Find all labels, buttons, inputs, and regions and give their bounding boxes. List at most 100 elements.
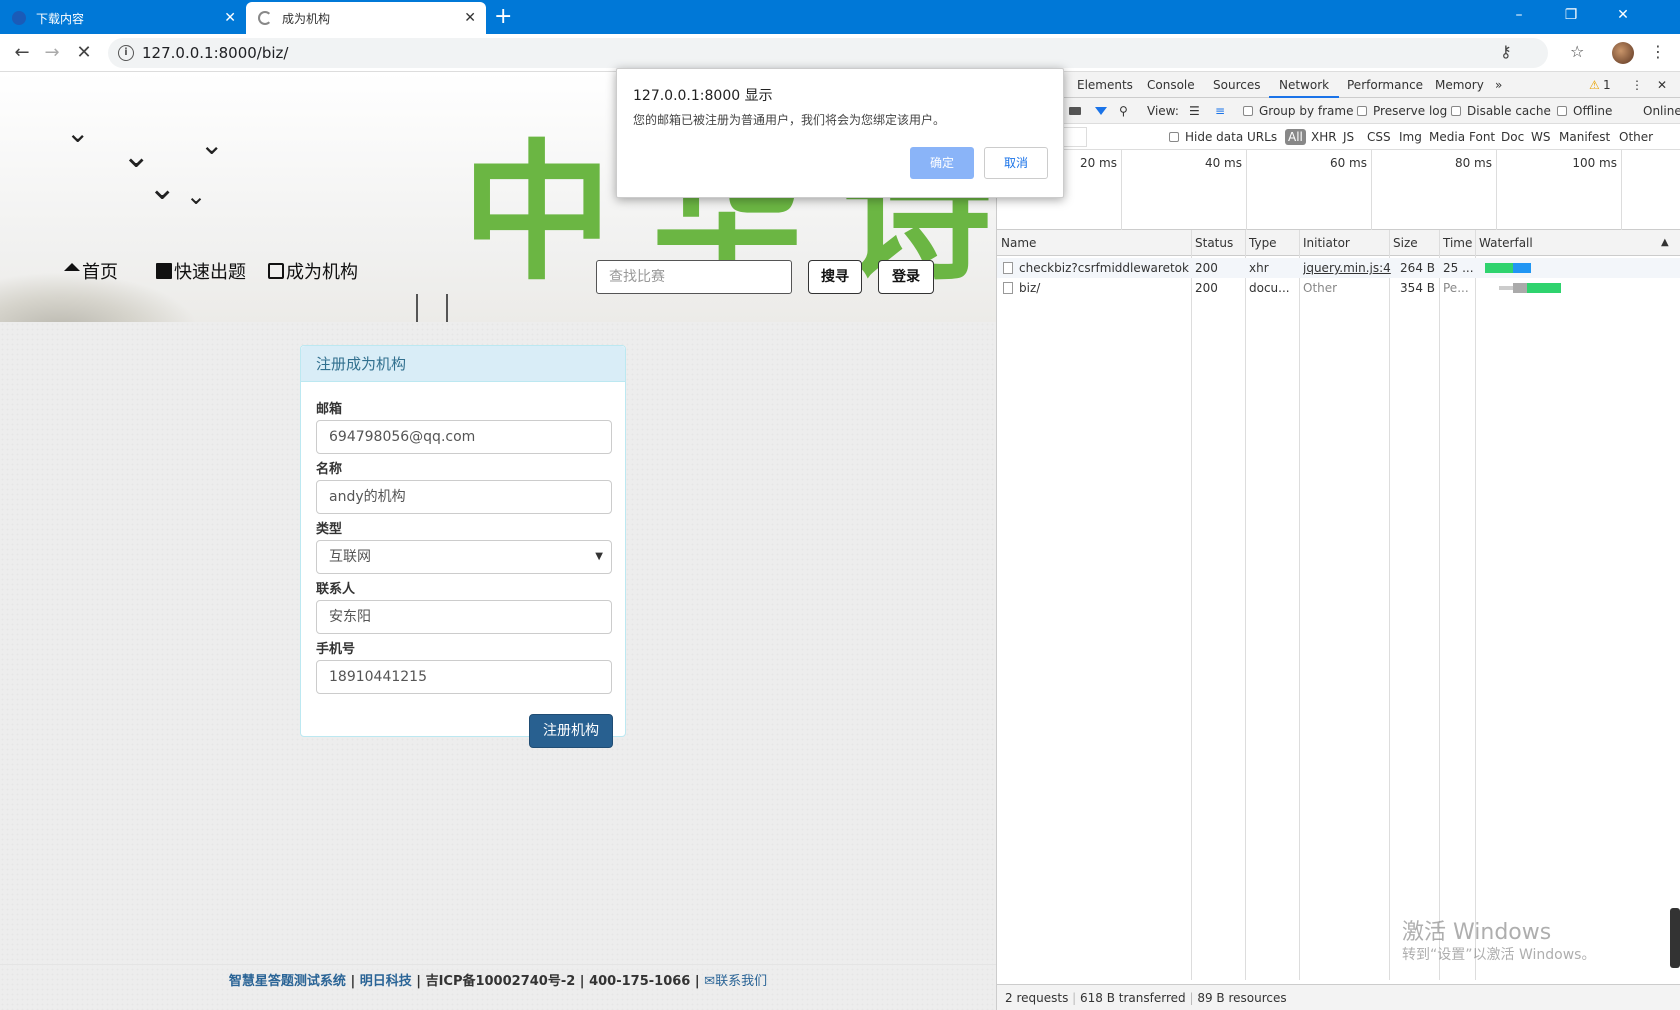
name-field[interactable]: andy的机构: [316, 480, 612, 514]
filter-img[interactable]: Img: [1399, 124, 1422, 150]
close-devtools-icon[interactable]: ✕: [1657, 72, 1667, 98]
overview-gridline: [1621, 150, 1622, 230]
col-size[interactable]: Size: [1389, 230, 1418, 256]
email-field[interactable]: 694798056@qq.com: [316, 420, 612, 454]
key-icon[interactable]: ⚷: [1500, 42, 1512, 61]
group-by-frame-checkbox[interactable]: Group by frame: [1243, 98, 1353, 124]
nav-label: 成为机构: [286, 262, 358, 283]
col-time[interactable]: Time: [1439, 230, 1472, 256]
filter-css[interactable]: CSS: [1367, 124, 1391, 150]
devtools-tabs: Elements Console Sources Network Perform…: [997, 72, 1680, 98]
login-button[interactable]: 登录: [878, 260, 934, 294]
col-initiator[interactable]: Initiator: [1299, 230, 1350, 256]
nav-quick-question[interactable]: 快速出题: [156, 258, 246, 284]
info-icon[interactable]: i: [118, 45, 134, 61]
bird-icon: ⌄: [148, 168, 177, 208]
search-button[interactable]: 搜寻: [808, 260, 862, 294]
avatar[interactable]: [1612, 42, 1634, 64]
table-row[interactable]: checkbiz?csrfmiddlewaretoke... 200 xhr j…: [997, 258, 1680, 278]
filter-font[interactable]: Font: [1469, 124, 1495, 150]
register-org-panel: 注册成为机构 邮箱 694798056@qq.com 名称 andy的机构 类型…: [300, 345, 626, 748]
footer-contact-link[interactable]: 联系我们: [715, 974, 767, 989]
nav-become-org[interactable]: 成为机构: [268, 258, 358, 284]
filter-js[interactable]: JS: [1343, 124, 1354, 150]
bird-icon: ⌄: [186, 182, 207, 210]
bird-icon: ⌄: [200, 128, 224, 161]
request-time: Pe...: [1443, 281, 1469, 295]
type-label: 类型: [316, 522, 343, 537]
request-initiator-link[interactable]: jquery.min.js:4: [1303, 258, 1391, 278]
new-tab-button[interactable]: +: [494, 4, 512, 30]
search-icon[interactable]: ⚲: [1119, 98, 1128, 124]
scrollbar-handle[interactable]: [1670, 908, 1680, 968]
tab-title: 成为机构: [282, 11, 331, 26]
devtools-menu-icon[interactable]: ⋮: [1631, 72, 1643, 98]
hide-data-urls-checkbox[interactable]: Hide data URLs: [1169, 124, 1277, 150]
tab-downloads[interactable]: 下载内容 ✕: [0, 2, 246, 34]
request-size: 354 B: [1400, 281, 1435, 295]
address-bar[interactable]: i 127.0.0.1:8000/biz/: [108, 38, 1548, 68]
throttling-select[interactable]: Online: [1643, 98, 1680, 124]
record-icon[interactable]: [1069, 98, 1081, 124]
close-window-button[interactable]: ✕: [1600, 0, 1646, 30]
more-tabs-button[interactable]: »: [1495, 72, 1502, 98]
tab-console[interactable]: Console: [1147, 72, 1195, 98]
offline-checkbox[interactable]: Offline: [1557, 98, 1612, 124]
phone-field[interactable]: 18910441215: [316, 660, 612, 694]
request-size: 264 B: [1400, 261, 1435, 275]
stop-loading-icon[interactable]: ✕: [70, 40, 98, 66]
view-label: View:: [1147, 104, 1179, 118]
col-name[interactable]: Name: [997, 230, 1036, 256]
col-status[interactable]: Status: [1191, 230, 1233, 256]
type-selected-value: 互联网: [329, 549, 371, 565]
maximize-button[interactable]: ❐: [1548, 0, 1594, 30]
bird-icon: ⌄: [66, 116, 90, 149]
overview-gridline: [1371, 150, 1372, 230]
col-type[interactable]: Type: [1245, 230, 1277, 256]
nav-home[interactable]: 首页: [64, 258, 118, 284]
tab-memory[interactable]: Memory: [1435, 72, 1484, 98]
sort-up-icon[interactable]: ▲: [1657, 230, 1669, 256]
close-icon[interactable]: ✕: [224, 10, 236, 26]
waterfall-view-icon[interactable]: ≡: [1215, 98, 1225, 124]
tab-performance[interactable]: Performance: [1347, 72, 1423, 98]
filter-media[interactable]: Media: [1429, 124, 1465, 150]
list-view-icon[interactable]: ☰: [1189, 98, 1200, 124]
footer-system-link[interactable]: 智慧星答题测试系统: [229, 974, 346, 989]
disable-cache-checkbox[interactable]: Disable cache: [1451, 98, 1551, 124]
filter-other[interactable]: Other: [1619, 124, 1653, 150]
contact-field[interactable]: 安东阳: [316, 600, 612, 634]
tab-network[interactable]: Network: [1269, 72, 1340, 98]
menu-dots-icon[interactable]: ⋮: [1650, 42, 1666, 61]
network-status-bar: 2 requests | 618 B transferred | 89 B re…: [997, 984, 1680, 1010]
overview-tick-label: 40 ms: [1204, 156, 1242, 170]
tab-sources[interactable]: Sources: [1213, 72, 1260, 98]
type-select[interactable]: 互联网 ▼: [316, 540, 612, 574]
forward-icon[interactable]: →: [38, 40, 66, 66]
register-org-button[interactable]: 注册机构: [529, 714, 613, 748]
preserve-log-checkbox[interactable]: Preserve log: [1357, 98, 1447, 124]
warning-icon[interactable]: ⚠: [1589, 72, 1600, 98]
request-count: 2 requests: [1005, 991, 1069, 1005]
col-waterfall[interactable]: Waterfall: [1475, 230, 1533, 256]
alert-dialog: 127.0.0.1:8000 显示 您的邮箱已被注册为普通用户，我们将会为您绑定…: [616, 68, 1064, 198]
close-icon[interactable]: ✕: [464, 10, 476, 26]
filter-xhr[interactable]: XHR: [1311, 124, 1337, 150]
dialog-cancel-button[interactable]: 取消: [984, 147, 1048, 179]
search-input[interactable]: 查找比赛: [596, 260, 792, 294]
filter-all[interactable]: All: [1285, 124, 1306, 150]
filter-doc[interactable]: Doc: [1501, 124, 1524, 150]
footer-company-link[interactable]: 明日科技: [360, 974, 412, 989]
footer-separator: |: [575, 974, 590, 989]
request-name: biz/: [1003, 278, 1189, 298]
tab-become-org[interactable]: 成为机构 ✕: [246, 2, 486, 34]
filter-ws[interactable]: WS: [1531, 124, 1550, 150]
dialog-ok-button[interactable]: 确定: [910, 147, 974, 179]
tab-elements[interactable]: Elements: [1077, 72, 1133, 98]
star-icon[interactable]: ☆: [1570, 42, 1584, 61]
table-row[interactable]: biz/ 200 docu... Other 354 B Pe...: [997, 278, 1680, 298]
minimize-button[interactable]: –: [1496, 0, 1542, 30]
back-icon[interactable]: ←: [8, 40, 36, 66]
filter-icon[interactable]: [1095, 98, 1107, 124]
filter-manifest[interactable]: Manifest: [1559, 124, 1610, 150]
